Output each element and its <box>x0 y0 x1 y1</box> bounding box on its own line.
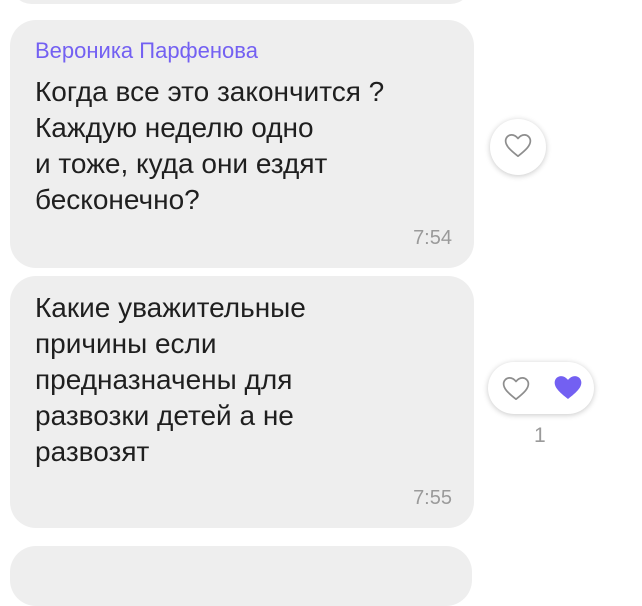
message-text: Какие уважительные причины если предназн… <box>35 292 306 467</box>
sender-name: Вероника Парфенова <box>35 38 258 63</box>
heart-filled-icon[interactable] <box>552 373 584 406</box>
message-bubble[interactable]: Какие уважительные причины если предназн… <box>10 276 474 528</box>
like-count: 1 <box>534 424 546 447</box>
message-bubble[interactable]: Вероника Парфенова Когда все это закончи… <box>10 20 474 268</box>
message-timestamp: 7:55 <box>413 487 452 509</box>
like-button[interactable] <box>490 119 546 175</box>
reactions-control[interactable] <box>488 362 594 414</box>
previous-message-bubble[interactable] <box>10 0 472 4</box>
heart-outline-icon[interactable] <box>501 375 531 406</box>
message-text: Когда все это закончится ? Каждую неделю… <box>35 76 385 215</box>
message-timestamp: 7:54 <box>413 227 452 249</box>
heart-outline-icon <box>503 132 533 163</box>
next-message-bubble[interactable] <box>10 546 472 606</box>
